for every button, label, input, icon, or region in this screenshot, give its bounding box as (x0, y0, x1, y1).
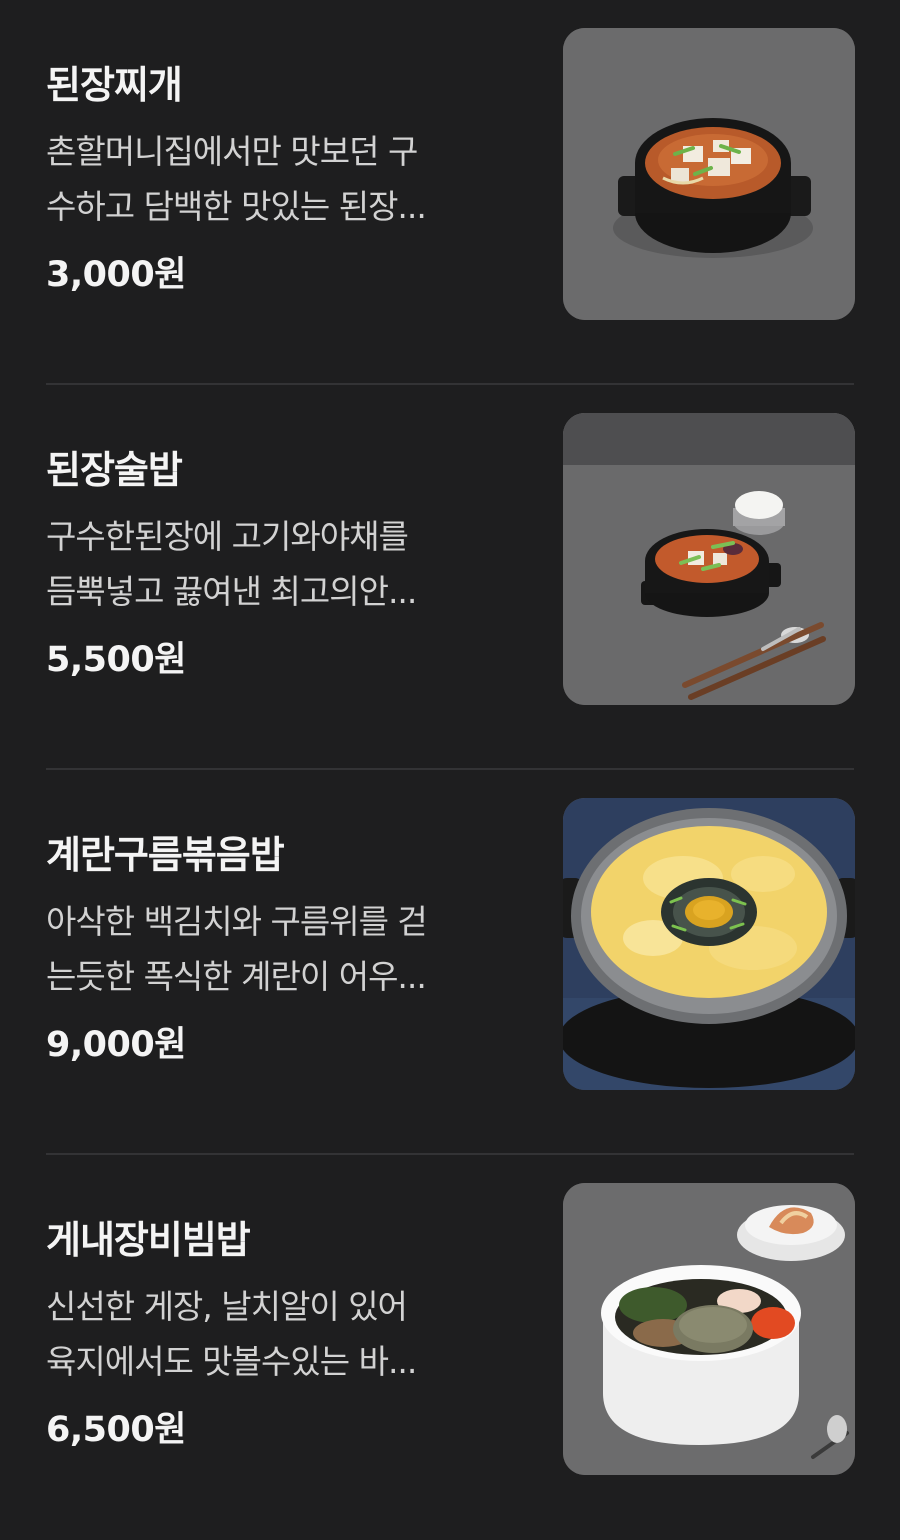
menu-item-description-line: 아삭한 백김치와 구름위를 걷 (46, 902, 428, 941)
menu-item-price: 6,500원 (46, 1410, 186, 1450)
menu-item-name: 된장찌개 (46, 63, 183, 107)
menu-item-description-line: 는듯한 폭식한 계란이 어우... (46, 957, 427, 996)
menu-item-name: 된장술밥 (46, 448, 183, 492)
menu-item[interactable]: 된장술밥 구수한된장에 고기와야채를 듬뿍넣고 끓여낸 최고의안... 5,50… (0, 385, 900, 770)
menu-item[interactable]: 된장찌개 촌할머니집에서만 맛보던 구 수하고 담백한 맛있는 된장... 3,… (0, 0, 900, 385)
menu-item[interactable]: 계란구름볶음밥 아삭한 백김치와 구름위를 걷 는듯한 폭식한 계란이 어우..… (0, 770, 900, 1155)
menu-item-description-line: 촌할머니집에서만 맛보던 구 (46, 132, 418, 171)
menu-item-price: 3,000원 (46, 255, 186, 295)
menu-item-price: 5,500원 (46, 640, 186, 680)
menu-item-description-line: 수하고 담백한 맛있는 된장... (46, 187, 427, 226)
menu-item-description: 구수한된장에 고기와야채를 듬뿍넣고 끓여낸 최고의안... (46, 509, 516, 619)
menu-item[interactable]: 게내장비빔밥 신선한 게장, 날치알이 있어 육지에서도 맛볼수있는 바... … (0, 1155, 900, 1540)
menu-item-name: 게내장비빔밥 (46, 1218, 251, 1262)
menu-item-description-line: 신선한 게장, 날치알이 있어 (46, 1287, 408, 1326)
menu-item-description-line: 육지에서도 맛볼수있는 바... (46, 1342, 417, 1381)
menu-item-price: 9,000원 (46, 1025, 186, 1065)
menu-item-description-line: 듬뿍넣고 끓여낸 최고의안... (46, 572, 417, 611)
menu-item-description-line: 구수한된장에 고기와야채를 (46, 517, 409, 556)
menu-item-description: 촌할머니집에서만 맛보던 구 수하고 담백한 맛있는 된장... (46, 124, 516, 234)
doenjang-sulbap-photo[interactable] (563, 413, 855, 705)
menu-item-description: 신선한 게장, 날치알이 있어 육지에서도 맛볼수있는 바... (46, 1279, 516, 1389)
crab-bibimbap-photo[interactable] (563, 1183, 855, 1475)
doenjang-jjigae-photo[interactable] (563, 28, 855, 320)
egg-cloud-fried-rice-photo[interactable] (563, 798, 855, 1090)
menu-item-description: 아삭한 백김치와 구름위를 걷 는듯한 폭식한 계란이 어우... (46, 894, 516, 1004)
menu-item-name: 계란구름볶음밥 (46, 833, 285, 877)
